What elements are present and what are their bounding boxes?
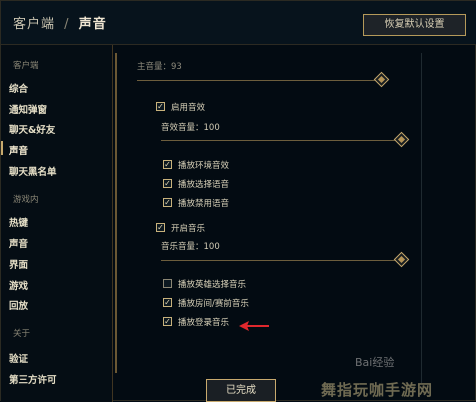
sidebar-item-sound-client[interactable]: 声音 (9, 143, 28, 157)
sidebar-item-chat-friends[interactable]: 聊天&好友 (9, 122, 55, 136)
ambient-sfx-label: 播放环境音效 (178, 161, 230, 171)
sidebar-heading-about: 关于 (13, 329, 31, 339)
master-volume-knob[interactable] (373, 71, 390, 88)
scroll-rail[interactable] (421, 53, 422, 383)
baidu-watermark: Bai经验 (355, 356, 395, 369)
pick-voice-label: 播放选择语音 (178, 180, 230, 190)
ambient-sfx-checkbox[interactable]: ✓ (163, 160, 172, 169)
music-volume-label: 音乐音量：100 (161, 242, 220, 252)
restore-defaults-button[interactable]: 恢复默认设置 (363, 14, 466, 36)
sfx-volume-label: 音效音量：100 (161, 123, 220, 133)
sidebar-item-third-party-licenses[interactable]: 第三方许可 (9, 372, 57, 386)
ban-voice-checkbox[interactable]: ✓ (163, 198, 172, 207)
active-nav-marker (1, 141, 3, 155)
sidebar-item-interface[interactable]: 界面 (9, 257, 28, 271)
breadcrumb-separator: / (64, 17, 70, 32)
login-music-checkbox[interactable]: ✓ (163, 317, 172, 326)
music-volume-knob[interactable] (393, 251, 410, 268)
breadcrumb-root[interactable]: 客户端 (13, 17, 55, 32)
settings-window: 客户端 / 声音 恢复默认设置 客户端 综合 通知弹窗 聊天&好友 声音 聊天黑… (0, 0, 476, 402)
sidebar-item-general[interactable]: 综合 (9, 81, 28, 95)
sidebar-divider (115, 53, 117, 373)
enable-sfx-label: 启用音效 (171, 103, 206, 113)
ban-voice-label: 播放禁用语音 (178, 199, 230, 209)
master-volume-label: 主音量：93 (137, 62, 182, 72)
sidebar-item-replays[interactable]: 回放 (9, 298, 28, 312)
sidebar-item-notifications[interactable]: 通知弹窗 (9, 102, 47, 116)
lobby-music-label: 播放房间/赛前音乐 (178, 299, 249, 309)
site-watermark: 舞指玩咖手游网 (321, 381, 434, 399)
sidebar-item-hotkeys[interactable]: 热键 (9, 215, 28, 229)
music-volume-track[interactable] (161, 260, 397, 261)
breadcrumb-current: 声音 (78, 17, 107, 32)
enable-sfx-checkbox[interactable]: ✓ (156, 102, 165, 111)
enable-music-label: 开启音乐 (171, 224, 206, 234)
sfx-volume-track[interactable] (161, 140, 397, 141)
enable-music-checkbox[interactable]: ✓ (156, 223, 165, 232)
login-music-label: 播放登录音乐 (178, 318, 230, 328)
lobby-music-checkbox[interactable]: ✓ (163, 298, 172, 307)
sidebar-item-game[interactable]: 游戏 (9, 278, 28, 292)
breadcrumb: 客户端 / 声音 (13, 13, 107, 32)
red-arrow-annotation (239, 321, 269, 331)
sidebar-item-chat-blacklist[interactable]: 聊天黑名单 (9, 164, 57, 178)
champ-select-music-checkbox[interactable] (163, 279, 172, 288)
pick-voice-checkbox[interactable]: ✓ (163, 179, 172, 188)
champ-select-music-label: 播放英雄选择音乐 (178, 280, 247, 290)
sidebar-heading-ingame: 游戏内 (13, 195, 39, 205)
done-button[interactable]: 已完成 (206, 379, 276, 402)
header-bar: 客户端 / 声音 恢复默认设置 (1, 1, 476, 44)
sidebar-item-verification[interactable]: 验证 (9, 351, 28, 365)
master-volume-track[interactable] (137, 80, 379, 81)
sidebar-heading-client: 客户端 (13, 61, 39, 71)
sidebar-item-sound-ingame[interactable]: 声音 (9, 236, 28, 250)
sfx-volume-knob[interactable] (393, 131, 410, 148)
